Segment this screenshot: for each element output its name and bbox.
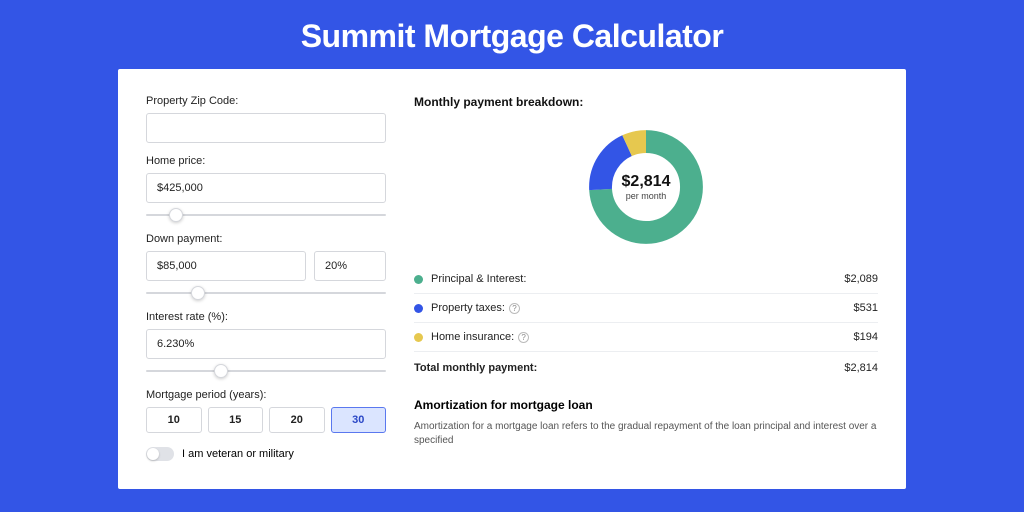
mortgage-period-label: Mortgage period (years): xyxy=(146,389,386,401)
breakdown-title: Monthly payment breakdown: xyxy=(414,95,878,109)
legend-value: $194 xyxy=(854,331,878,343)
donut-chart-wrap: $2,814 per month xyxy=(414,119,878,265)
veteran-row: I am veteran or military xyxy=(146,447,386,461)
help-icon[interactable]: ? xyxy=(509,303,520,314)
calculator-panel: Property Zip Code: Home price: Down paym… xyxy=(118,69,906,489)
page-title: Summit Mortgage Calculator xyxy=(0,0,1024,69)
interest-rate-input[interactable] xyxy=(146,329,386,359)
veteran-toggle[interactable] xyxy=(146,447,174,461)
dot-icon xyxy=(414,304,423,313)
dot-icon xyxy=(414,275,423,284)
form-column: Property Zip Code: Home price: Down paym… xyxy=(146,95,386,469)
dot-icon xyxy=(414,333,423,342)
home-price-slider[interactable] xyxy=(146,214,386,216)
legend-label-text: Home insurance: xyxy=(431,331,514,343)
total-value: $2,814 xyxy=(844,362,878,374)
down-payment-slider[interactable] xyxy=(146,292,386,294)
total-label: Total monthly payment: xyxy=(414,362,844,374)
legend-row-total: Total monthly payment: $2,814 xyxy=(414,352,878,382)
mortgage-period-options: 10 15 20 30 xyxy=(146,407,386,433)
down-payment-label: Down payment: xyxy=(146,233,386,245)
donut-chart: $2,814 per month xyxy=(586,127,706,247)
period-option-30[interactable]: 30 xyxy=(331,407,387,433)
breakdown-column: Monthly payment breakdown: $2,814 per mo… xyxy=(414,95,878,469)
legend-label: Home insurance: ? xyxy=(431,331,854,343)
period-option-20[interactable]: 20 xyxy=(269,407,325,433)
legend-value: $2,089 xyxy=(844,273,878,285)
legend-row-insurance: Home insurance: ? $194 xyxy=(414,323,878,352)
interest-rate-field: Interest rate (%): xyxy=(146,311,386,377)
mortgage-period-field: Mortgage period (years): 10 15 20 30 xyxy=(146,389,386,433)
legend-label: Principal & Interest: xyxy=(431,273,844,285)
veteran-label: I am veteran or military xyxy=(182,448,294,460)
home-price-input[interactable] xyxy=(146,173,386,203)
home-price-label: Home price: xyxy=(146,155,386,167)
legend-row-taxes: Property taxes: ? $531 xyxy=(414,294,878,323)
zip-input[interactable] xyxy=(146,113,386,143)
home-price-field: Home price: xyxy=(146,155,386,221)
period-option-10[interactable]: 10 xyxy=(146,407,202,433)
down-payment-percent-input[interactable] xyxy=(314,251,386,281)
legend-label-text: Property taxes: xyxy=(431,302,505,314)
amortization-title: Amortization for mortgage loan xyxy=(414,398,878,412)
zip-field: Property Zip Code: xyxy=(146,95,386,143)
legend-value: $531 xyxy=(854,302,878,314)
down-payment-field: Down payment: xyxy=(146,233,386,299)
legend-row-principal: Principal & Interest: $2,089 xyxy=(414,265,878,294)
interest-rate-label: Interest rate (%): xyxy=(146,311,386,323)
help-icon[interactable]: ? xyxy=(518,332,529,343)
legend-label: Property taxes: ? xyxy=(431,302,854,314)
period-option-15[interactable]: 15 xyxy=(208,407,264,433)
interest-rate-slider[interactable] xyxy=(146,370,386,372)
zip-label: Property Zip Code: xyxy=(146,95,386,107)
donut-amount: $2,814 xyxy=(622,173,671,191)
amortization-text: Amortization for a mortgage loan refers … xyxy=(414,420,878,448)
donut-sublabel: per month xyxy=(626,191,667,201)
donut-center: $2,814 per month xyxy=(586,127,706,247)
down-payment-amount-input[interactable] xyxy=(146,251,306,281)
